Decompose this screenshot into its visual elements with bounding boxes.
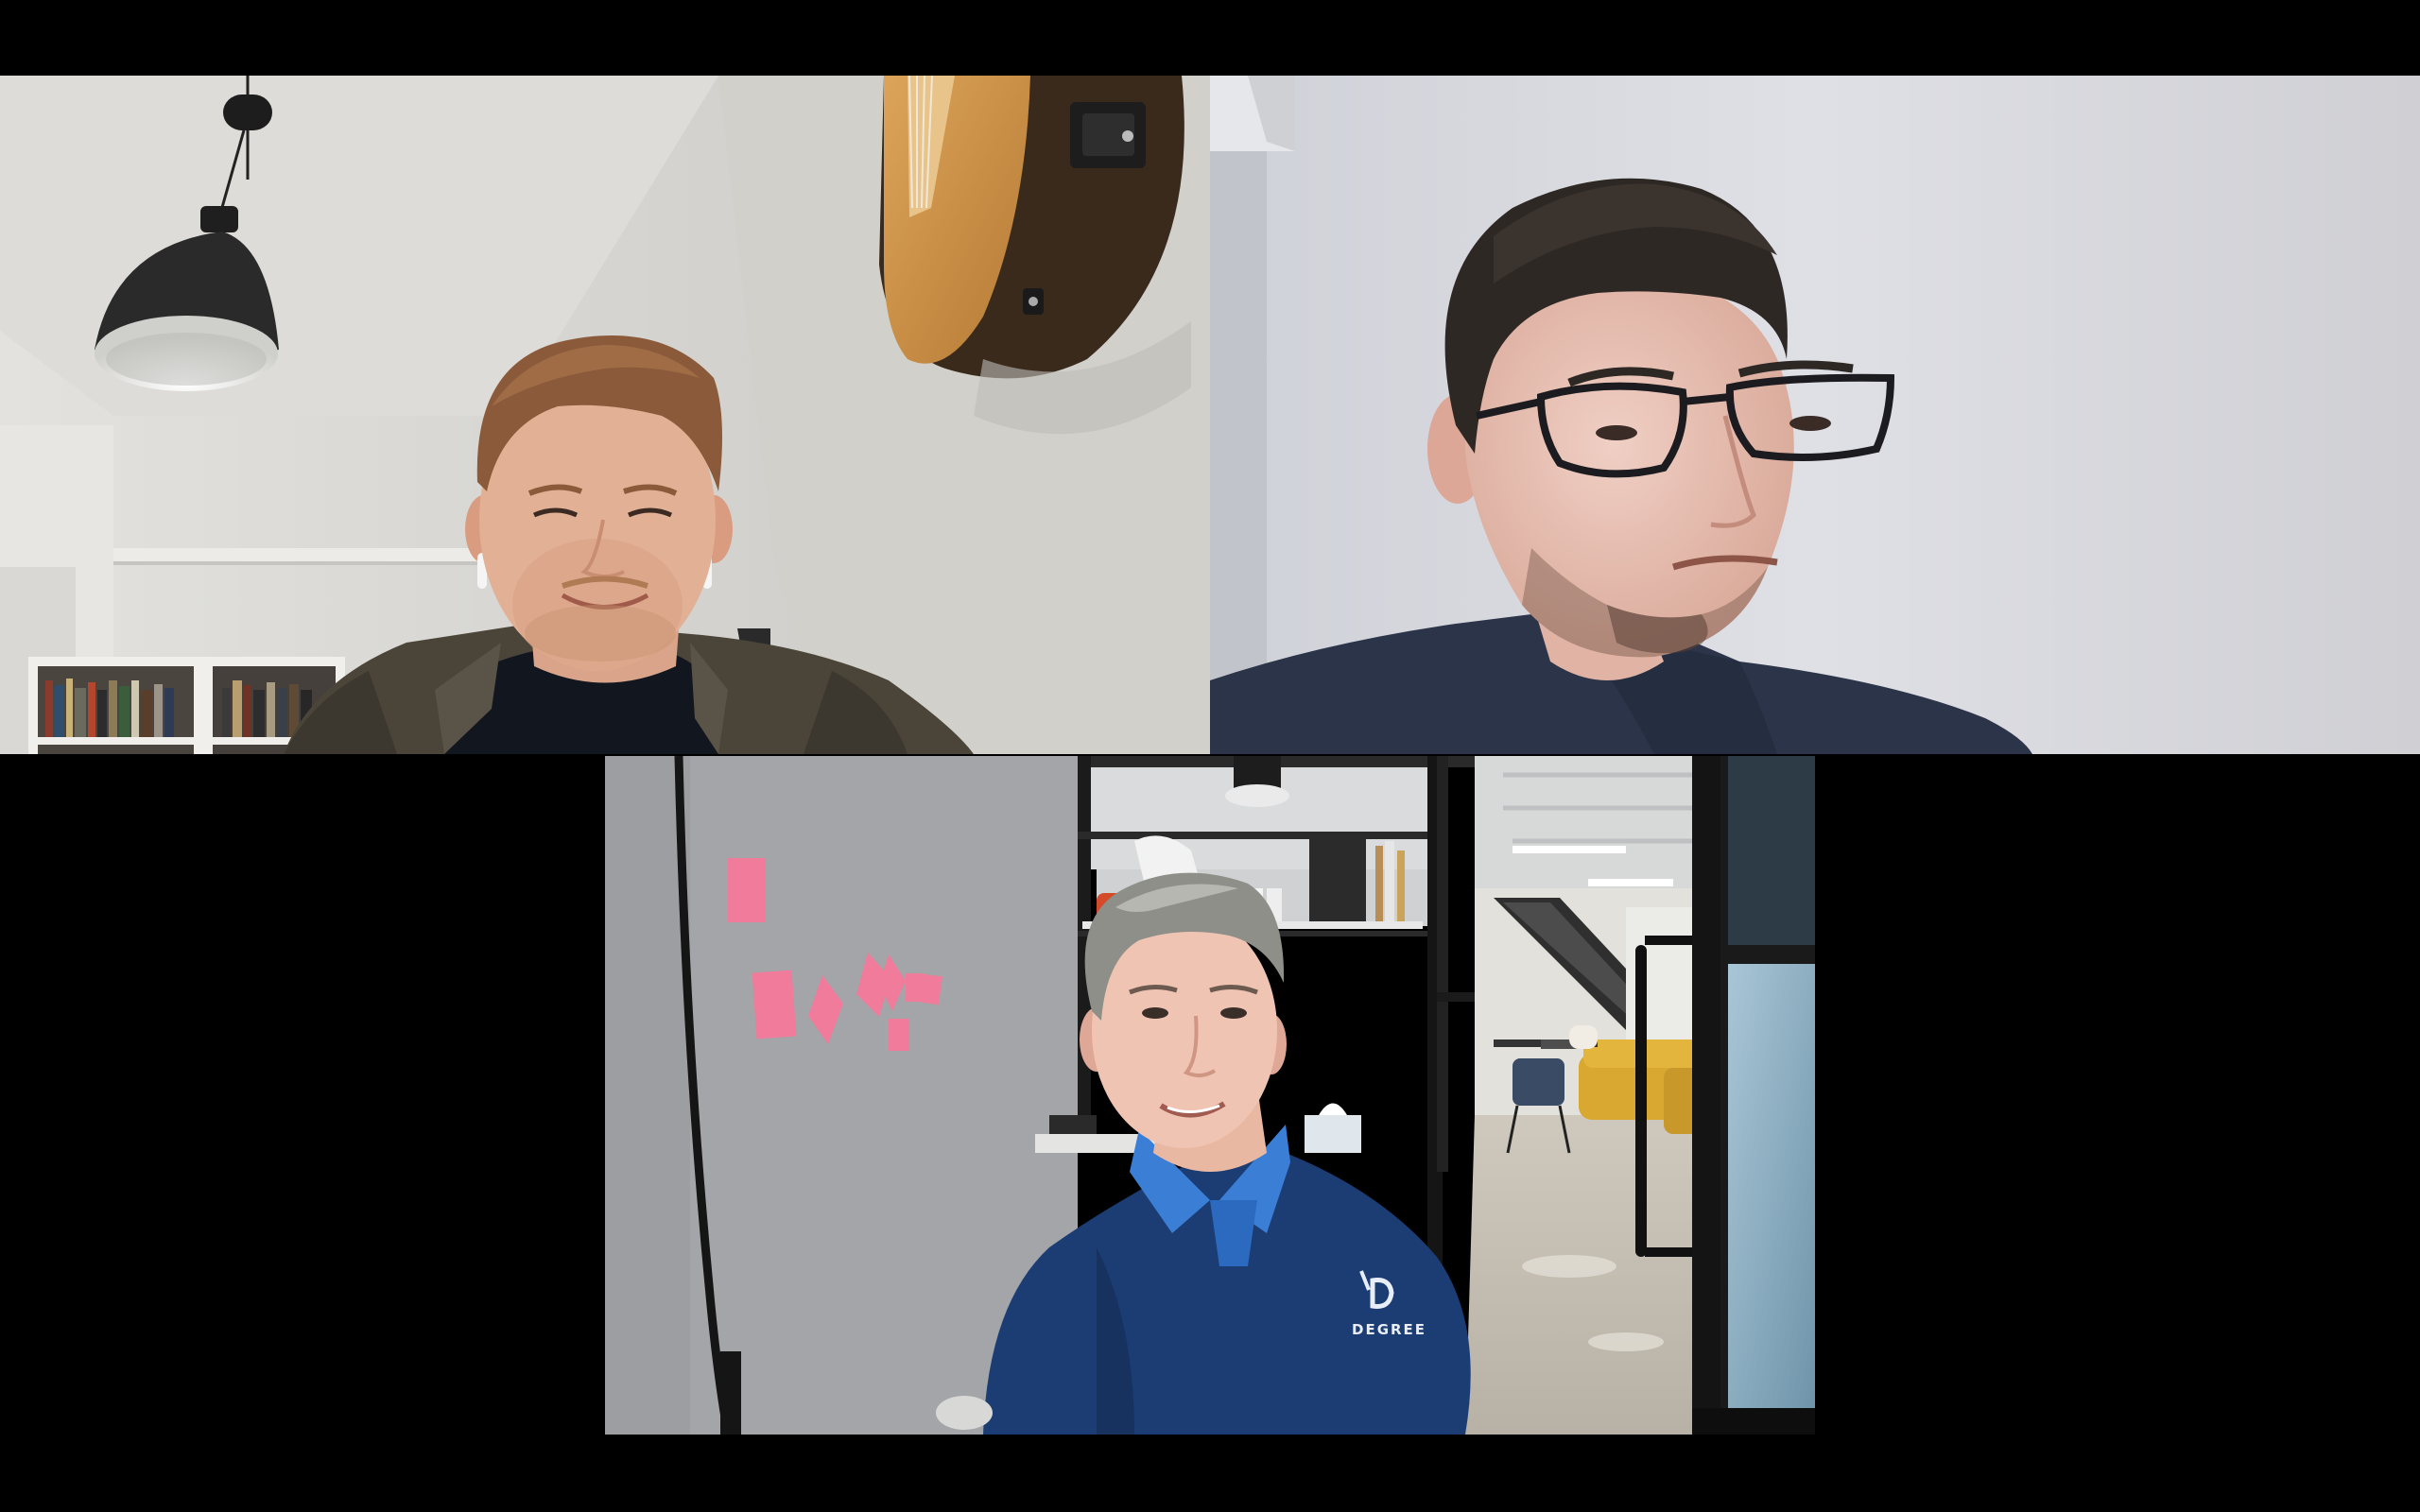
participant-3-video-feed: DEGREE [605, 756, 1815, 1435]
video-tile-participant-2[interactable] [1210, 76, 2420, 754]
bookshelf-1 [28, 657, 203, 754]
shirt-logo-text: DEGREE [1352, 1321, 1426, 1338]
video-tile-participant-1[interactable] [0, 76, 1210, 754]
participant-1-video-feed [0, 76, 1210, 754]
meeting-gallery-view: { "meeting": { "view": "gallery", "parti… [0, 0, 2420, 1512]
video-tile-participant-3[interactable]: DEGREE [605, 756, 1815, 1435]
participant-2-video-feed [1210, 76, 2420, 754]
